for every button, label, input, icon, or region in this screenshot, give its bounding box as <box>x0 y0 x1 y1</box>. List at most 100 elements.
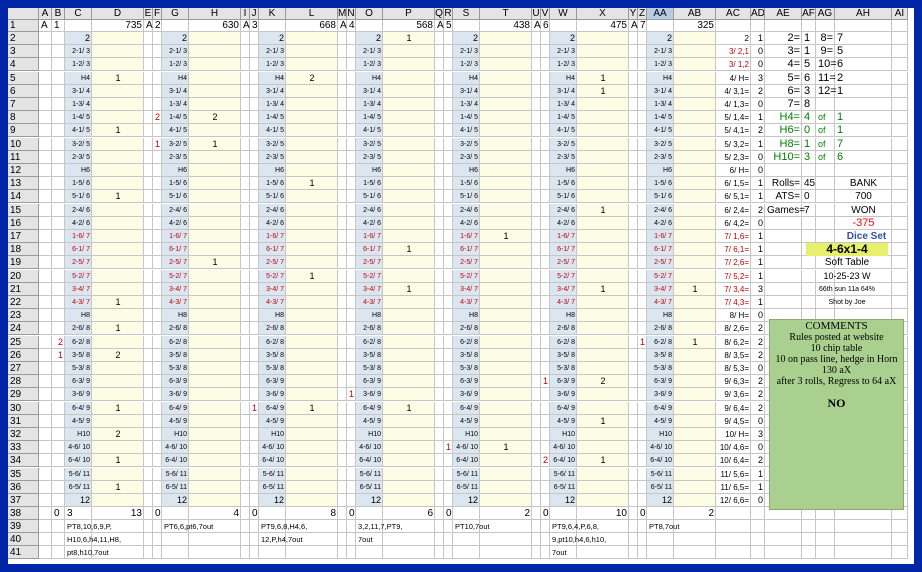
grid-cell[interactable] <box>453 441 480 454</box>
grid-cell[interactable] <box>153 124 162 137</box>
grid-cell[interactable] <box>65 362 92 375</box>
grid-cell[interactable] <box>338 309 347 322</box>
grid-cell[interactable] <box>144 124 153 137</box>
grid-cell[interactable] <box>629 283 638 296</box>
grid-cell[interactable] <box>765 230 802 243</box>
grid-cell[interactable] <box>189 256 241 269</box>
grid-cell[interactable] <box>444 230 453 243</box>
grid-cell[interactable] <box>250 243 259 256</box>
grid-cell[interactable] <box>162 230 189 243</box>
grid-cell[interactable] <box>541 243 550 256</box>
grid-cell[interactable] <box>638 336 647 349</box>
grid-cell[interactable] <box>816 45 835 58</box>
grid-cell[interactable] <box>189 138 241 151</box>
grid-cell[interactable] <box>577 441 629 454</box>
grid-cell[interactable] <box>153 45 162 58</box>
column-header-w[interactable]: W <box>550 8 577 20</box>
grid-cell[interactable] <box>816 32 835 45</box>
grid-cell[interactable] <box>835 85 892 98</box>
grid-cell[interactable] <box>52 85 65 98</box>
grid-cell[interactable] <box>338 98 347 111</box>
grid-cell[interactable] <box>189 72 241 85</box>
row-header[interactable]: 24 <box>8 322 39 335</box>
grid-cell[interactable] <box>39 138 52 151</box>
grid-cell[interactable] <box>835 72 892 85</box>
grid-cell[interactable] <box>532 481 541 494</box>
grid-cell[interactable] <box>532 468 541 481</box>
grid-cell[interactable] <box>751 243 765 256</box>
grid-cell[interactable] <box>647 415 674 428</box>
grid-cell[interactable] <box>647 520 674 533</box>
grid-cell[interactable] <box>144 177 153 190</box>
grid-cell[interactable] <box>480 217 532 230</box>
grid-cell[interactable] <box>751 190 765 203</box>
grid-cell[interactable] <box>444 204 453 217</box>
grid-cell[interactable] <box>816 533 835 546</box>
row-header[interactable]: 12 <box>8 164 39 177</box>
grid-cell[interactable] <box>286 217 338 230</box>
grid-cell[interactable] <box>153 454 162 467</box>
grid-cell[interactable] <box>241 138 250 151</box>
grid-cell[interactable] <box>356 72 383 85</box>
grid-cell[interactable] <box>541 151 550 164</box>
grid-cell[interactable] <box>647 507 674 520</box>
grid-cell[interactable] <box>162 428 189 441</box>
grid-cell[interactable] <box>577 124 629 137</box>
grid-cell[interactable] <box>286 190 338 203</box>
grid-cell[interactable] <box>532 230 541 243</box>
grid-cell[interactable] <box>347 58 356 71</box>
grid-cell[interactable] <box>577 98 629 111</box>
grid-cell[interactable] <box>647 494 674 507</box>
grid-cell[interactable] <box>52 441 65 454</box>
grid-cell[interactable] <box>338 402 347 415</box>
grid-cell[interactable] <box>356 494 383 507</box>
grid-cell[interactable] <box>383 111 435 124</box>
grid-cell[interactable] <box>286 138 338 151</box>
grid-cell[interactable] <box>444 151 453 164</box>
grid-cell[interactable] <box>435 45 444 58</box>
grid-cell[interactable] <box>751 177 765 190</box>
grid-cell[interactable] <box>259 441 286 454</box>
grid-cell[interactable] <box>802 546 816 559</box>
grid-cell[interactable] <box>816 217 835 230</box>
grid-cell[interactable] <box>250 111 259 124</box>
grid-cell[interactable] <box>241 468 250 481</box>
grid-cell[interactable] <box>286 494 338 507</box>
grid-cell[interactable] <box>647 349 674 362</box>
grid-cell[interactable] <box>453 243 480 256</box>
grid-cell[interactable] <box>638 349 647 362</box>
grid-cell[interactable] <box>435 72 444 85</box>
grid-cell[interactable] <box>480 533 532 546</box>
grid-cell[interactable] <box>765 546 802 559</box>
grid-cell[interactable] <box>541 336 550 349</box>
grid-cell[interactable] <box>802 230 816 243</box>
grid-cell[interactable] <box>347 151 356 164</box>
column-header-k[interactable]: K <box>259 8 286 20</box>
grid-cell[interactable] <box>674 546 716 559</box>
grid-cell[interactable] <box>480 177 532 190</box>
grid-cell[interactable] <box>435 85 444 98</box>
column-header-s[interactable]: S <box>453 8 480 20</box>
grid-cell[interactable] <box>638 32 647 45</box>
grid-cell[interactable] <box>765 520 802 533</box>
column-header-b[interactable]: B <box>52 8 65 20</box>
grid-cell[interactable] <box>444 402 453 415</box>
grid-cell[interactable] <box>52 190 65 203</box>
grid-cell[interactable] <box>751 151 765 164</box>
grid-cell[interactable] <box>92 256 144 269</box>
grid-cell[interactable] <box>765 533 802 546</box>
grid-cell[interactable] <box>444 546 453 559</box>
grid-cell[interactable] <box>751 520 765 533</box>
grid-cell[interactable] <box>144 309 153 322</box>
grid-cell[interactable] <box>647 481 674 494</box>
grid-cell[interactable] <box>52 428 65 441</box>
grid-cell[interactable] <box>629 468 638 481</box>
grid-cell[interactable] <box>250 20 259 32</box>
grid-cell[interactable] <box>286 428 338 441</box>
grid-cell[interactable] <box>835 138 892 151</box>
grid-cell[interactable] <box>629 388 638 401</box>
grid-cell[interactable] <box>541 481 550 494</box>
grid-cell[interactable] <box>647 177 674 190</box>
grid-cell[interactable] <box>39 428 52 441</box>
grid-cell[interactable] <box>347 415 356 428</box>
